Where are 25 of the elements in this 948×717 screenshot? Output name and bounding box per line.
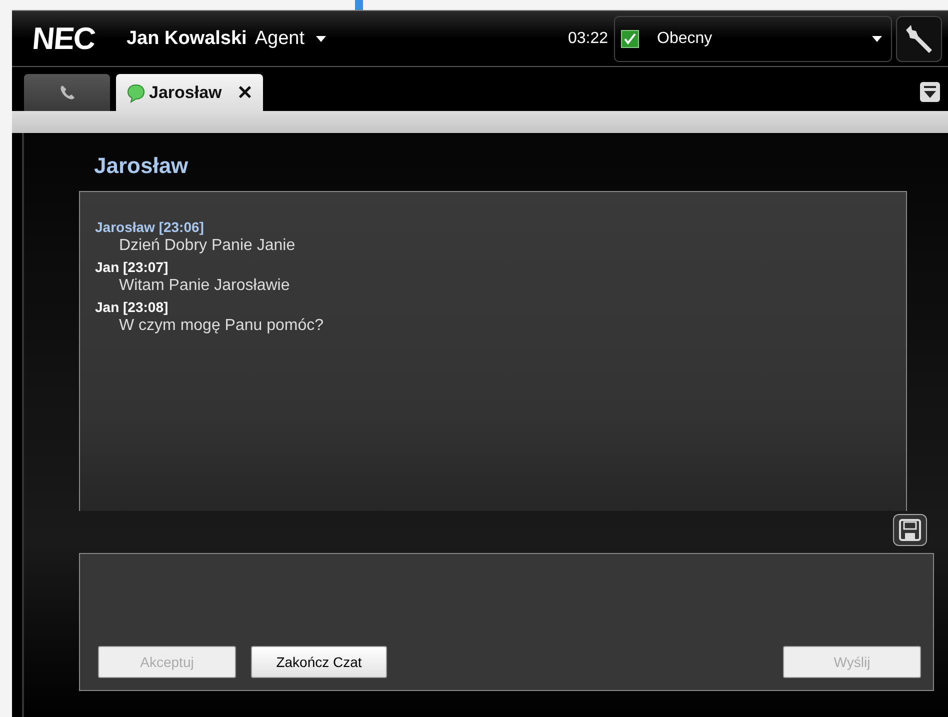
time-label: 03:22 xyxy=(568,30,608,48)
status-dropdown[interactable]: Obecny xyxy=(614,16,892,62)
menu-button[interactable] xyxy=(920,82,940,102)
background-window-edge xyxy=(355,0,363,10)
chat-title: Jarosław xyxy=(94,153,190,180)
status-label: Obecny xyxy=(657,30,712,48)
chat-tab[interactable]: Jarosław ✕ xyxy=(116,74,263,111)
settings-button[interactable] xyxy=(896,16,942,62)
logo: NEC xyxy=(30,20,96,56)
phone-icon xyxy=(58,84,76,102)
user-name: Jan Kowalski xyxy=(126,28,247,50)
save-button[interactable] xyxy=(893,514,927,546)
message-sender: Jan [23:08] xyxy=(95,298,170,316)
caret-icon[interactable] xyxy=(314,34,326,42)
end-chat-button[interactable]: Zakończ Czat xyxy=(251,646,387,678)
message-text: Witam Panie Jarosławie xyxy=(118,276,291,296)
close-icon[interactable]: ✕ xyxy=(236,80,253,104)
role-label: Agent xyxy=(254,28,304,50)
message-sender: Jan [23:07] xyxy=(95,258,170,276)
message-sender: Jarosław [23:06] xyxy=(95,218,205,236)
speech-bubble-icon xyxy=(126,82,146,102)
message-text: W czym mogę Panu pomóc? xyxy=(118,316,325,336)
message-text: Dzień Dobry Panie Janie xyxy=(118,236,296,256)
phone-tab[interactable] xyxy=(24,74,110,111)
caret-icon xyxy=(871,34,883,42)
